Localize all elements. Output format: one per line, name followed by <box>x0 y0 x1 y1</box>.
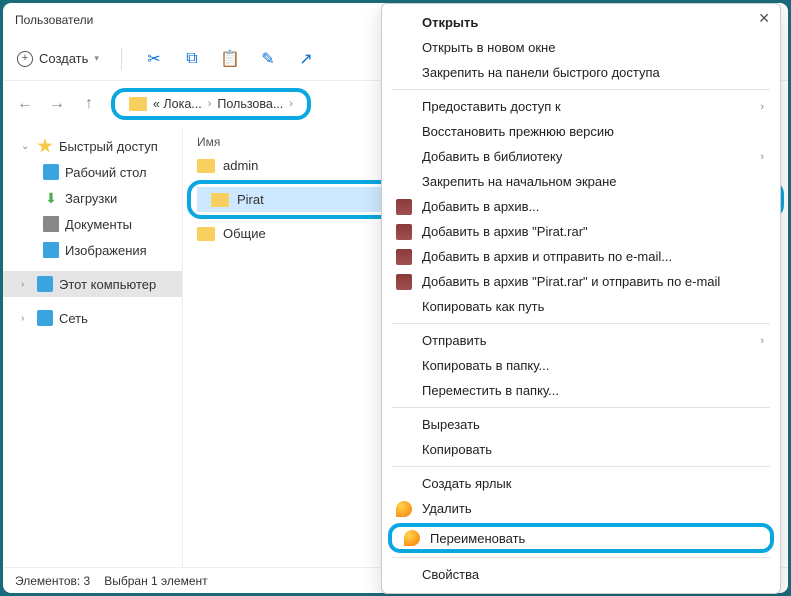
chevron-right-icon: › <box>21 313 31 324</box>
rar-icon <box>396 274 412 290</box>
ctx-give-access[interactable]: Предоставить доступ к› <box>382 94 780 119</box>
chevron-right-icon: › <box>289 98 293 110</box>
sidebar-downloads[interactable]: ⬇ Загрузки <box>3 185 182 211</box>
rename-icon[interactable]: ✎ <box>258 49 278 69</box>
ctx-delete[interactable]: Удалить <box>382 496 780 521</box>
back-button[interactable]: ← <box>15 94 35 114</box>
chevron-right-icon: › <box>760 101 764 113</box>
window-title: Пользователи <box>15 13 93 27</box>
document-icon <box>43 216 59 232</box>
breadcrumb[interactable]: « Лока... › Пользова... › <box>111 88 311 120</box>
chevron-right-icon: › <box>21 279 31 290</box>
chevron-right-icon: › <box>208 98 212 110</box>
folder-icon <box>211 193 229 207</box>
ctx-copy[interactable]: Копировать <box>382 437 780 462</box>
ctx-send-to[interactable]: Отправить› <box>382 328 780 353</box>
separator <box>392 557 770 558</box>
plus-icon: + <box>17 51 33 67</box>
sidebar-desktop[interactable]: Рабочий стол <box>3 159 182 185</box>
rar-icon <box>396 224 412 240</box>
paste-icon[interactable]: 📋 <box>220 49 240 69</box>
folder-icon <box>129 97 147 111</box>
pc-icon <box>37 276 53 292</box>
chevron-right-icon: › <box>760 151 764 163</box>
status-count: Элементов: 3 <box>15 574 90 588</box>
image-icon <box>43 242 59 258</box>
folder-icon <box>197 159 215 173</box>
cut-icon[interactable]: ✂ <box>144 49 164 69</box>
separator <box>121 48 122 70</box>
ctx-pin-start[interactable]: Закрепить на начальном экране <box>382 169 780 194</box>
sidebar-documents[interactable]: Документы <box>3 211 182 237</box>
ctx-add-rar[interactable]: Добавить в архив "Pirat.rar" <box>382 219 780 244</box>
sidebar-pictures[interactable]: Изображения <box>3 237 182 263</box>
sidebar-quick-access[interactable]: ⌄ Быстрый доступ <box>3 133 182 159</box>
chevron-down-icon: ⌄ <box>21 141 31 152</box>
ctx-cut[interactable]: Вырезать <box>382 412 780 437</box>
rar-icon <box>396 199 412 215</box>
ctx-add-library[interactable]: Добавить в библиотеку› <box>382 144 780 169</box>
ctx-restore[interactable]: Восстановить прежнюю версию <box>382 119 780 144</box>
rar-icon <box>396 249 412 265</box>
context-menu: ✕ Открыть Открыть в новом окне Закрепить… <box>381 3 781 594</box>
up-button[interactable]: ↑ <box>79 94 99 114</box>
forward-button[interactable]: → <box>47 94 67 114</box>
chevron-right-icon: › <box>760 335 764 347</box>
new-button[interactable]: + Создать ▾ <box>17 51 99 67</box>
ctx-copy-folder[interactable]: Копировать в папку... <box>382 353 780 378</box>
ctx-pin-quick[interactable]: Закрепить на панели быстрого доступа <box>382 60 780 85</box>
chevron-down-icon: ▾ <box>94 53 99 64</box>
status-selected: Выбран 1 элемент <box>104 574 207 588</box>
shield-icon <box>396 501 412 517</box>
breadcrumb-seg1: « Лока... <box>153 97 202 111</box>
breadcrumb-seg2: Пользова... <box>217 97 283 111</box>
share-icon[interactable]: ↗ <box>296 49 316 69</box>
copy-icon[interactable]: ⧉ <box>182 49 202 69</box>
ctx-copy-path[interactable]: Копировать как путь <box>382 294 780 319</box>
separator <box>392 89 770 90</box>
ctx-add-email[interactable]: Добавить в архив и отправить по e-mail..… <box>382 244 780 269</box>
folder-icon <box>197 227 215 241</box>
ctx-open-new[interactable]: Открыть в новом окне <box>382 35 780 60</box>
ctx-shortcut[interactable]: Создать ярлык <box>382 471 780 496</box>
shield-icon <box>404 530 420 546</box>
separator <box>392 323 770 324</box>
ctx-properties[interactable]: Свойства <box>382 562 780 587</box>
ctx-move-folder[interactable]: Переместить в папку... <box>382 378 780 403</box>
separator <box>392 407 770 408</box>
sidebar-this-pc[interactable]: › Этот компьютер <box>3 271 182 297</box>
desktop-icon <box>43 164 59 180</box>
separator <box>392 466 770 467</box>
star-icon <box>37 138 53 154</box>
ctx-open[interactable]: Открыть <box>382 10 780 35</box>
highlight-rename: Переименовать <box>388 523 774 553</box>
download-icon: ⬇ <box>43 190 59 206</box>
ctx-rename[interactable]: Переименовать <box>392 527 770 549</box>
new-label: Создать <box>39 51 88 66</box>
sidebar-network[interactable]: › Сеть <box>3 305 182 331</box>
ctx-add-archive[interactable]: Добавить в архив... <box>382 194 780 219</box>
ctx-add-rar-email[interactable]: Добавить в архив "Pirat.rar" и отправить… <box>382 269 780 294</box>
network-icon <box>37 310 53 326</box>
sidebar: ⌄ Быстрый доступ Рабочий стол ⬇ Загрузки… <box>3 127 183 567</box>
